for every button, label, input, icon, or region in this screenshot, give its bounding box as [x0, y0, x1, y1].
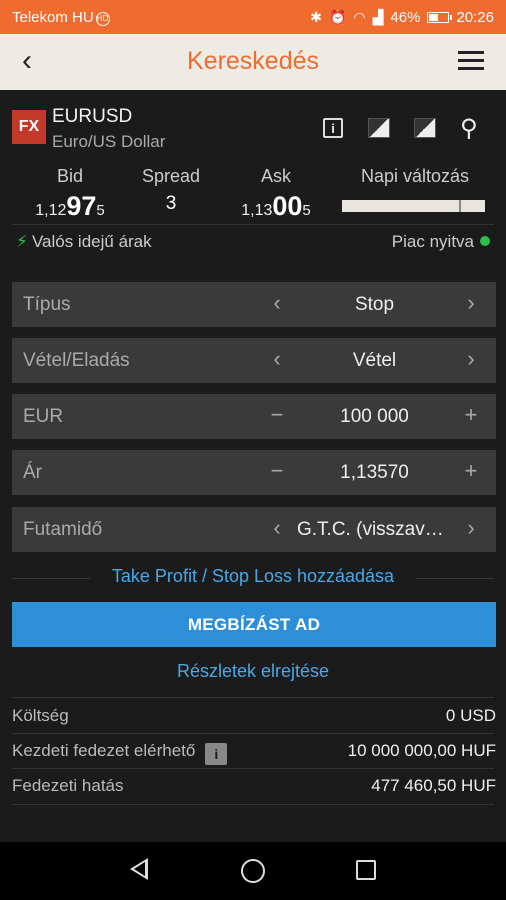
divider [12, 697, 494, 698]
hd-voice-icon: HD [95, 12, 110, 26]
field-buy-sell: Vétel/Eladás ‹ Vétel › [12, 338, 496, 383]
search-icon[interactable]: ⚲ [460, 114, 484, 142]
chevron-right-icon[interactable]: › [461, 346, 481, 372]
fx-badge: FX [12, 110, 46, 144]
place-order-button[interactable]: MEGBÍZÁST AD [12, 602, 496, 647]
detail-cost: Költség 0 USD [12, 706, 496, 725]
battery-icon [427, 12, 453, 23]
field-order-type: Típus ‹ Stop › [12, 282, 496, 327]
alarm-icon: ⏰ [328, 9, 347, 25]
menu-icon[interactable] [458, 51, 484, 71]
system-nav-bar [0, 842, 506, 900]
chart-icon[interactable] [368, 118, 390, 138]
bid-label: Bid [56, 166, 83, 186]
wifi-icon: ◠ [353, 9, 366, 25]
amount-input[interactable]: 100 000 [297, 406, 452, 428]
field-duration: Futamidő ‹ G.T.C. (visszavonásig) › [12, 507, 496, 552]
carrier: Telekom HU HD [12, 9, 110, 26]
spread: Spread 3 [131, 166, 211, 215]
app-bar: ‹ Kereskedés [0, 34, 506, 90]
ask-quote[interactable]: Ask 1,13005 [236, 166, 316, 222]
spread-label: Spread [141, 166, 201, 186]
info-icon[interactable]: i [205, 743, 228, 765]
chevron-left-icon[interactable]: ‹ [267, 515, 287, 541]
minus-icon[interactable]: − [267, 458, 287, 484]
nav-recents-icon[interactable] [356, 860, 376, 880]
daily-change: Napi változás [340, 166, 490, 187]
bid-quote[interactable]: Bid 1,12975 [30, 166, 110, 222]
instrument-symbol: EURUSD [52, 106, 133, 127]
status-icons: ✱ ⏰ ◠ ▟ 46% 20:26 [310, 9, 494, 26]
bid-price: 1,12975 [35, 191, 105, 221]
market-status: Piac nyitva [392, 232, 490, 252]
clock: 20:26 [456, 9, 494, 26]
spread-value: 3 [165, 193, 177, 214]
divider [12, 768, 494, 769]
field-price: Ár − 1,13570 + [12, 450, 496, 495]
bluetooth-icon: ✱ [310, 9, 322, 25]
chevron-right-icon[interactable]: › [461, 290, 481, 316]
nav-home-icon[interactable] [241, 859, 265, 883]
chevron-right-icon[interactable]: › [461, 515, 481, 541]
detail-margin-impact: Fedezeti hatás 477 460,50 HUF [12, 776, 496, 795]
minus-icon[interactable]: − [267, 402, 287, 428]
signal-icon: ▟ [372, 9, 384, 25]
battery-percent: 46% [390, 9, 421, 26]
status-bar: Telekom HU HD ✱ ⏰ ◠ ▟ 46% 20:26 [0, 0, 506, 34]
ask-price: 1,13005 [241, 191, 311, 221]
add-tp-sl-link[interactable]: Take Profit / Stop Loss hozzáadása [90, 566, 416, 587]
chevron-left-icon[interactable]: ‹ [267, 346, 287, 372]
lightning-icon: ⚡ [16, 232, 28, 251]
realtime-prices: ⚡ Valós idejű árak [16, 232, 152, 251]
duration-value: G.T.C. (visszavonásig) [297, 519, 452, 540]
field-amount: EUR − 100 000 + [12, 394, 496, 439]
divider [12, 224, 494, 225]
ask-label: Ask [260, 166, 291, 186]
divider [12, 804, 494, 805]
page-title: Kereskedés [186, 47, 320, 75]
hide-details-link[interactable]: Részletek elrejtése [0, 661, 506, 682]
status-dot-icon [480, 236, 490, 246]
plus-icon[interactable]: + [461, 402, 481, 428]
chevron-left-icon[interactable]: ‹ [267, 290, 287, 316]
daily-change-bar [342, 200, 485, 212]
price-input[interactable]: 1,13570 [297, 462, 452, 484]
nav-back-icon[interactable] [130, 858, 148, 880]
chart-alt-icon[interactable] [414, 118, 436, 138]
daily-change-label: Napi változás [360, 166, 470, 186]
detail-initial-margin: Kezdeti fedezet elérhető i 10 000 000,00 … [12, 741, 496, 765]
divider [12, 733, 494, 734]
instrument-name: Euro/US Dollar [52, 132, 166, 151]
plus-icon[interactable]: + [461, 458, 481, 484]
info-icon[interactable]: i [323, 118, 343, 138]
